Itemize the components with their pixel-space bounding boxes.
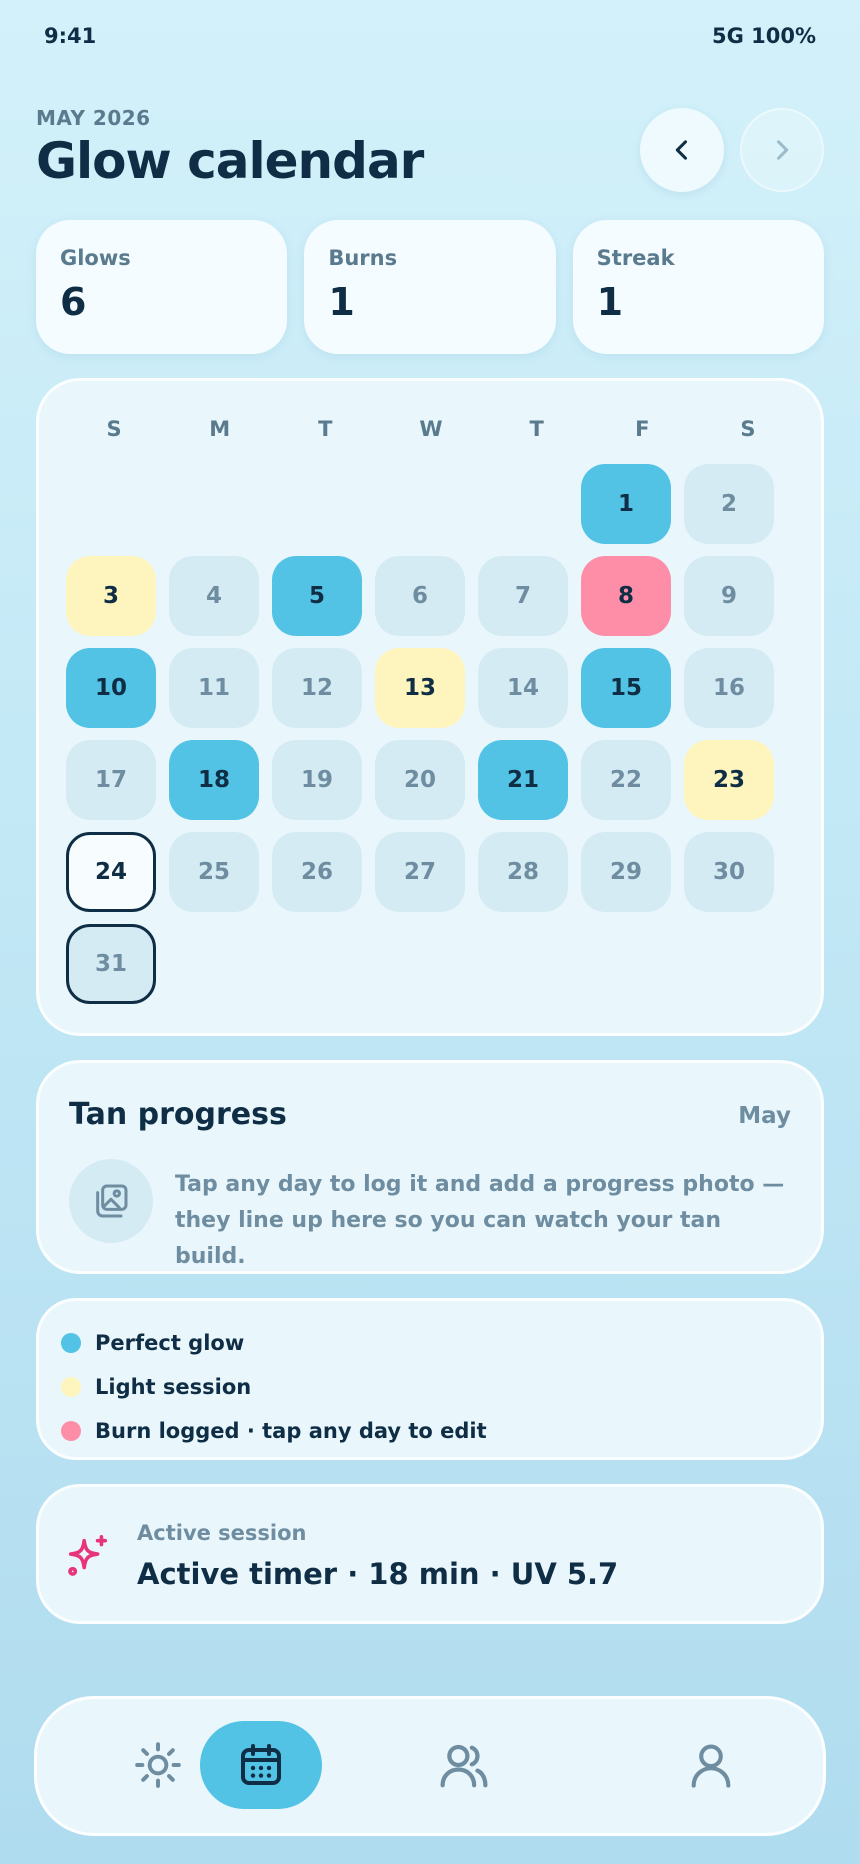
legend-dot-light: [61, 1377, 81, 1397]
tan-progress-title: Tan progress: [69, 1097, 287, 1132]
legend-label: Perfect glow: [95, 1331, 245, 1355]
legend-dot-glow: [61, 1333, 81, 1353]
legend-card: Perfect glow Light session Burn logged ·…: [36, 1298, 824, 1460]
stats-row: Glows 6 Burns 1 Streak 1: [36, 220, 824, 354]
day-cell-9[interactable]: 9: [684, 556, 774, 636]
chevron-right-icon: [776, 140, 789, 160]
legend-item: Perfect glow: [61, 1321, 799, 1365]
day-cell-4[interactable]: 4: [169, 556, 259, 636]
stat-label: Glows: [60, 246, 131, 270]
day-cell-25[interactable]: 25: [169, 832, 259, 912]
legend-label: Light session: [95, 1375, 252, 1399]
day-cell-7[interactable]: 7: [478, 556, 568, 636]
weekday-label: M: [209, 417, 231, 441]
tan-progress-card[interactable]: Tan progress May Tap any day to log it a…: [36, 1060, 824, 1274]
day-cell-31[interactable]: 31: [66, 924, 156, 1004]
friends-icon: [440, 1744, 488, 1788]
day-cell-26[interactable]: 26: [272, 832, 362, 912]
day-cell-18[interactable]: 18: [169, 740, 259, 820]
day-cell-29[interactable]: 29: [581, 832, 671, 912]
legend-item: Light session: [61, 1365, 799, 1409]
status-bar: 9:41 5G 100%: [44, 24, 816, 54]
weekday-label: T: [529, 417, 544, 441]
day-cell-5[interactable]: 5: [272, 556, 362, 636]
stat-card-burns: Burns 1: [304, 220, 556, 354]
day-cell-8[interactable]: 8: [581, 556, 671, 636]
session-label: Active session: [137, 1521, 307, 1545]
legend-label: Burn logged · tap any day to edit: [95, 1419, 487, 1443]
day-cell-22[interactable]: 22: [581, 740, 671, 820]
stat-value: 1: [596, 280, 624, 324]
tan-progress-month: May: [738, 1103, 791, 1129]
day-cell-11[interactable]: 11: [169, 648, 259, 728]
day-cell-10[interactable]: 10: [66, 648, 156, 728]
tan-progress-hint: Tap any day to log it and add a progress…: [175, 1172, 785, 1269]
day-cell-20[interactable]: 20: [375, 740, 465, 820]
day-cell-28[interactable]: 28: [478, 832, 568, 912]
stat-value: 1: [328, 280, 355, 324]
day-cell-3[interactable]: 3: [66, 556, 156, 636]
day-cell-6[interactable]: 6: [375, 556, 465, 636]
status-signal: 5G 100%: [711, 24, 816, 48]
day-cell-23[interactable]: 23: [684, 740, 774, 820]
day-cell-30[interactable]: 30: [684, 832, 774, 912]
session-value: Active timer · 18 min · UV 5.7: [137, 1557, 619, 1591]
weekday-label: W: [419, 417, 443, 441]
active-session-card[interactable]: Active session Active timer · 18 min · U…: [36, 1484, 824, 1624]
day-cell-21[interactable]: 21: [478, 740, 568, 820]
day-cell-27[interactable]: 27: [375, 832, 465, 912]
stat-label: Burns: [328, 246, 398, 270]
stat-card-streak: Streak 1: [572, 220, 824, 354]
weekday-label: T: [318, 417, 333, 441]
weekday-label: S: [106, 417, 122, 441]
day-cell-19[interactable]: 19: [272, 740, 362, 820]
month-label: MAY 2026: [36, 106, 151, 130]
day-cell-1[interactable]: 1: [581, 464, 671, 544]
status-time: 9:41: [44, 24, 97, 48]
day-cell-2[interactable]: 2: [684, 464, 774, 544]
stat-card-glows: Glows 6: [36, 220, 288, 354]
legend-item: Burn logged · tap any day to edit: [61, 1409, 799, 1453]
day-cell-15[interactable]: 15: [581, 648, 671, 728]
page-title: Glow calendar: [36, 132, 424, 190]
tab-profile[interactable]: [650, 1721, 772, 1809]
weekday-header: S M T W T F S: [69, 417, 793, 441]
calendar-card: S M T W T F S 1 2 3 4 5 6 7 8 9 10 11 12 13 14 15 16 17 1…: [36, 378, 824, 1036]
profile-icon: [691, 1744, 731, 1788]
sun-icon: [135, 1742, 181, 1788]
legend-dot-burn: [61, 1421, 81, 1441]
day-cell-16[interactable]: 16: [684, 648, 774, 728]
day-cell-12[interactable]: 12: [272, 648, 362, 728]
stat-value: 6: [60, 280, 87, 324]
tab-calendar[interactable]: [200, 1721, 322, 1809]
day-cell-13[interactable]: 13: [375, 648, 465, 728]
tab-friends[interactable]: [403, 1721, 525, 1809]
previous-month-button[interactable]: [640, 108, 724, 192]
stat-label: Streak: [596, 246, 675, 270]
day-cell-14[interactable]: 14: [478, 648, 568, 728]
sparkle-icon: [68, 1535, 108, 1576]
chevron-left-icon: [675, 140, 688, 160]
day-cell-17[interactable]: 17: [66, 740, 156, 820]
weekday-label: S: [740, 417, 756, 441]
next-month-button[interactable]: [740, 108, 824, 192]
bottom-tab-bar: [34, 1696, 826, 1836]
day-cell-24[interactable]: 24: [66, 832, 156, 912]
photo-gallery-icon[interactable]: [69, 1159, 153, 1243]
calendar-icon: [241, 1744, 281, 1785]
weekday-label: F: [635, 417, 650, 441]
